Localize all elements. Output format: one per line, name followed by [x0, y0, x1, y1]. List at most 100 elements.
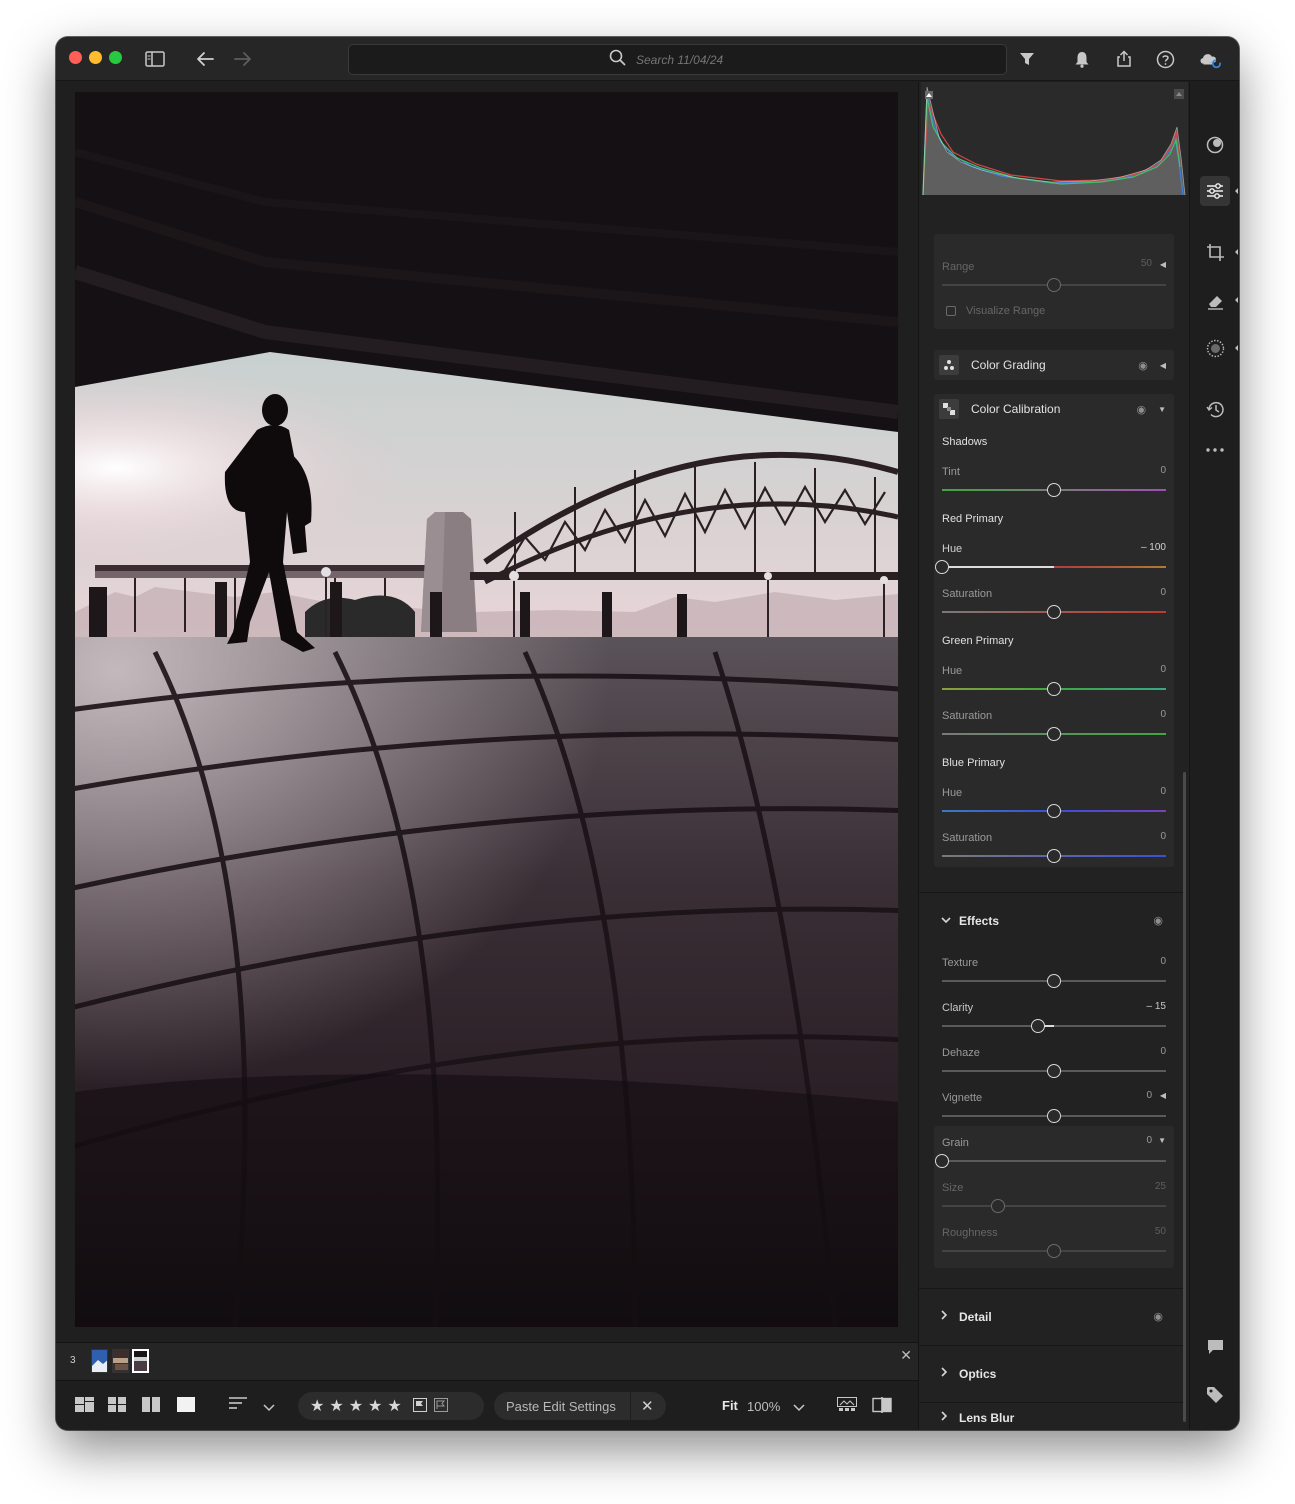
rating-star-4[interactable]: ★ [368, 1396, 382, 1416]
close-filmstrip-icon[interactable]: ✕ [900, 1347, 912, 1364]
rating-star-1[interactable]: ★ [310, 1396, 324, 1416]
versions-history-icon[interactable] [1200, 394, 1230, 424]
color-grading-header[interactable]: Color Grading ◉ ◀ [934, 350, 1174, 380]
vignette-slider[interactable] [942, 1109, 1166, 1123]
search-input[interactable] [636, 52, 746, 67]
texture-slider[interactable] [942, 974, 1166, 988]
optics-section-header[interactable]: Optics [919, 1345, 1187, 1401]
grain-value[interactable]: 0 [1146, 1135, 1152, 1146]
dehaze-knob[interactable] [1047, 1064, 1061, 1078]
range-slider[interactable] [942, 278, 1166, 292]
color-grading-panel[interactable]: Color Grading ◉ ◀ [934, 350, 1174, 380]
optics-chevron-right-icon[interactable] [941, 1367, 959, 1380]
search-bar[interactable] [348, 44, 1007, 75]
help-icon[interactable] [1153, 47, 1177, 71]
clarity-slider[interactable] [942, 1019, 1166, 1033]
red-hue-knob[interactable] [935, 560, 949, 574]
clarity-knob[interactable] [1031, 1019, 1046, 1033]
photo-viewer[interactable] [56, 82, 918, 1342]
vignette-value[interactable]: 0 [1146, 1090, 1152, 1101]
range-expand-icon[interactable]: ◀ [1160, 260, 1166, 269]
shadows-tint-knob[interactable] [1047, 483, 1061, 497]
shadows-tint-slider[interactable] [942, 483, 1166, 497]
forward-arrow-icon[interactable] [231, 47, 255, 71]
grain-knob[interactable] [935, 1154, 949, 1168]
share-icon[interactable] [1112, 47, 1136, 71]
blue-hue-value[interactable]: 0 [1160, 786, 1166, 797]
effects-section-header[interactable]: Effects ◉ [919, 892, 1187, 948]
reject-flag-icon[interactable] [433, 1397, 448, 1415]
dehaze-slider[interactable] [942, 1064, 1166, 1078]
zoom-window-button[interactable] [109, 51, 122, 64]
grain-slider[interactable] [935, 1154, 1166, 1168]
grain-size-slider[interactable] [942, 1199, 1166, 1213]
vignette-knob[interactable] [1047, 1109, 1061, 1123]
color-calibration-header[interactable]: Color Calibration ◉ ▼ [934, 394, 1174, 424]
color-grading-expand-icon[interactable]: ◀ [1160, 361, 1166, 370]
zoom-chevron-down-icon[interactable] [793, 1399, 805, 1416]
grain-roughness-knob[interactable] [1047, 1244, 1061, 1258]
sidebar-toggle-icon[interactable] [143, 47, 167, 71]
comments-icon[interactable] [1200, 1332, 1230, 1362]
clear-paste-icon[interactable]: ✕ [631, 1397, 654, 1415]
rating-star-5[interactable]: ★ [387, 1396, 401, 1416]
bell-icon[interactable] [1070, 47, 1094, 71]
detail-chevron-right-icon[interactable] [941, 1310, 959, 1323]
presets-icon[interactable] [1200, 130, 1230, 160]
show-filmstrip-icon[interactable] [837, 1397, 857, 1416]
shadows-tint-value[interactable]: 0 [1160, 465, 1166, 476]
color-calibration-visibility-eye-icon[interactable]: ◉ [1136, 403, 1146, 416]
panel-scrollbar[interactable] [1183, 772, 1186, 1422]
rating-star-2[interactable]: ★ [329, 1396, 343, 1416]
pick-flag-icon[interactable] [412, 1397, 427, 1415]
masking-icon[interactable] [1200, 333, 1238, 363]
sort-icon[interactable] [229, 1397, 249, 1415]
effects-chevron-down-icon[interactable] [941, 915, 959, 927]
grain-size-knob[interactable] [991, 1199, 1005, 1213]
detail-visibility-eye-icon[interactable]: ◉ [1153, 1310, 1163, 1323]
keywords-tag-icon[interactable] [1200, 1380, 1230, 1410]
grain-collapse-icon[interactable]: ▼ [1158, 1136, 1166, 1145]
red-hue-slider[interactable] [935, 560, 1166, 574]
lens-blur-section-header[interactable]: Lens Blur [919, 1402, 1187, 1430]
sort-chevron-down-icon[interactable] [263, 1399, 275, 1416]
photo-grid-view-icon[interactable] [75, 1397, 94, 1416]
detail-section-header[interactable]: Detail ◉ [919, 1288, 1187, 1344]
highlight-clipping-toggle[interactable] [1174, 86, 1184, 99]
green-hue-value[interactable]: 0 [1160, 664, 1166, 675]
color-grading-visibility-eye-icon[interactable]: ◉ [1138, 359, 1148, 372]
vignette-expand-icon[interactable]: ◀ [1160, 1091, 1166, 1100]
star-rating[interactable]: ★ ★ ★ ★ ★ [298, 1392, 484, 1420]
minimize-window-button[interactable] [89, 51, 102, 64]
green-saturation-value[interactable]: 0 [1160, 709, 1166, 720]
grain-roughness-slider[interactable] [942, 1244, 1166, 1258]
blue-hue-slider[interactable] [942, 804, 1166, 818]
lens-blur-chevron-right-icon[interactable] [941, 1411, 959, 1424]
filmstrip-thumbnail[interactable] [91, 1349, 108, 1373]
cloud-sync-icon[interactable] [1198, 47, 1222, 71]
info-icon[interactable] [1200, 1427, 1230, 1430]
detail-view-icon[interactable] [177, 1397, 195, 1416]
texture-value[interactable]: 0 [1160, 956, 1166, 967]
more-options-icon[interactable] [1200, 435, 1230, 465]
edit-sliders-icon[interactable] [1200, 176, 1238, 206]
red-saturation-slider[interactable] [942, 605, 1166, 619]
filmstrip-thumbnail[interactable] [112, 1349, 129, 1373]
blue-saturation-value[interactable]: 0 [1160, 831, 1166, 842]
color-calibration-collapse-icon[interactable]: ▼ [1158, 405, 1166, 414]
blue-hue-knob[interactable] [1047, 804, 1061, 818]
dehaze-value[interactable]: 0 [1160, 1046, 1166, 1057]
red-saturation-value[interactable]: 0 [1160, 587, 1166, 598]
filter-icon[interactable] [1015, 47, 1039, 71]
clarity-value[interactable]: – 15 [1147, 1001, 1166, 1012]
zoom-level-select[interactable]: 100% [747, 1399, 780, 1414]
visualize-range-checkbox[interactable] [946, 306, 956, 316]
crop-icon[interactable] [1200, 237, 1238, 267]
before-after-icon[interactable] [872, 1397, 892, 1417]
healing-eraser-icon[interactable] [1200, 285, 1238, 315]
fit-zoom-button[interactable]: Fit [722, 1398, 738, 1413]
effects-visibility-eye-icon[interactable]: ◉ [1153, 914, 1163, 927]
rating-star-3[interactable]: ★ [349, 1396, 363, 1416]
red-hue-value[interactable]: – 100 [1141, 542, 1166, 553]
square-grid-view-icon[interactable] [108, 1397, 126, 1416]
